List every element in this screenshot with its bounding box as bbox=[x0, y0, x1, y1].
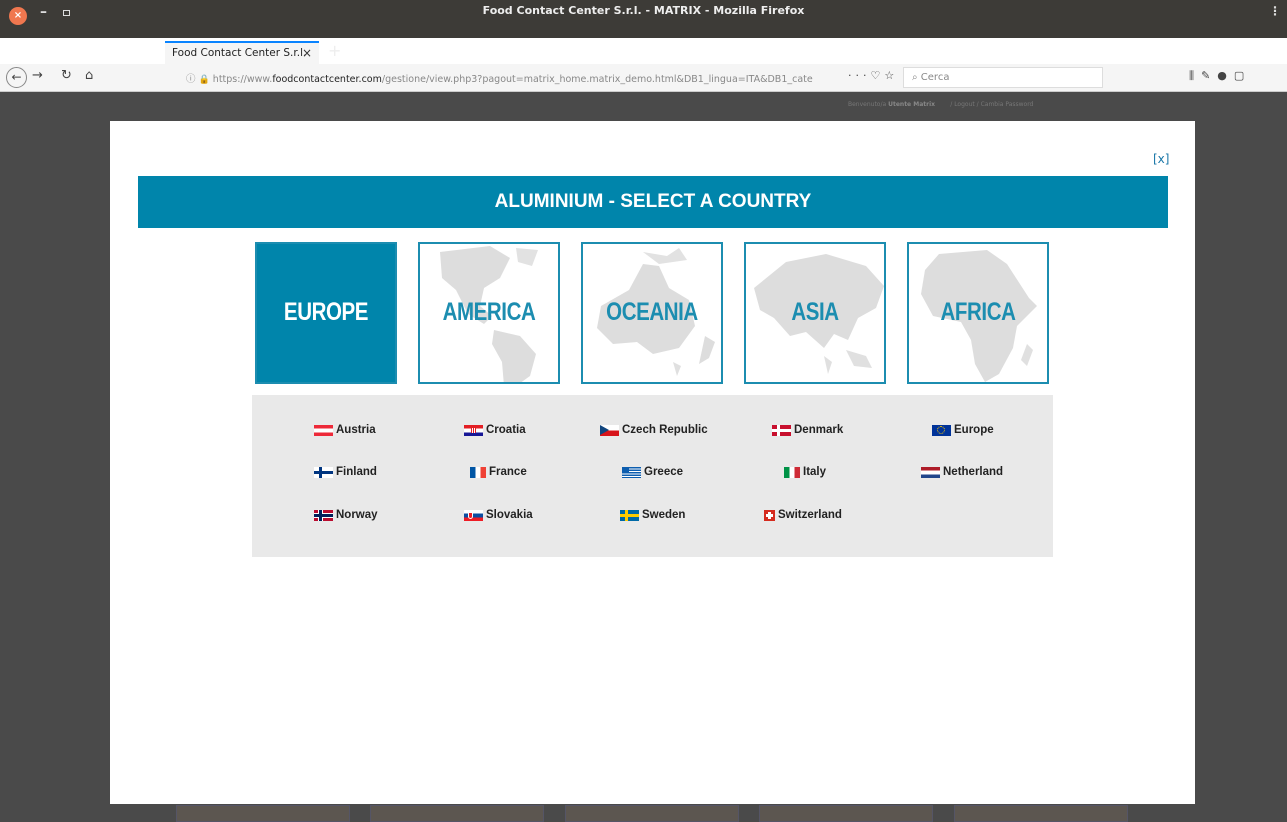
country-select-modal: [x] ALUMINIUM - SELECT A COUNTRY EUROPE … bbox=[110, 121, 1195, 804]
user-links[interactable]: / Logout / Cambia Password bbox=[950, 101, 1033, 108]
finland-flag-icon bbox=[314, 466, 333, 478]
background-thumbnail bbox=[759, 805, 933, 822]
country-link-sweden[interactable]: Sweden bbox=[620, 509, 685, 521]
tab-close-icon[interactable]: × bbox=[302, 46, 312, 60]
pocket-icon[interactable]: ♡ bbox=[871, 69, 885, 82]
sidebar-icon[interactable]: ▢ bbox=[1234, 69, 1251, 82]
country-label: Croatia bbox=[486, 424, 526, 436]
extension-icon[interactable]: ● bbox=[1217, 69, 1234, 82]
switzerland-flag-icon bbox=[764, 509, 775, 521]
region-label: EUROPE bbox=[283, 298, 369, 326]
window-title: Food Contact Center S.r.l. - MATRIX - Mo… bbox=[482, 4, 805, 17]
country-link-europe[interactable]: Europe bbox=[932, 424, 994, 436]
url-path: /gestione/view.php3?pagout=matrix_home.m… bbox=[381, 74, 813, 85]
user-name: Utente Matrix bbox=[888, 101, 935, 108]
modal-banner-title: ALUMINIUM - SELECT A COUNTRY bbox=[138, 176, 1168, 228]
region-label: AFRICA bbox=[940, 298, 1016, 326]
denmark-flag-icon bbox=[772, 424, 791, 436]
slovakia-flag-icon bbox=[464, 509, 483, 521]
pen-icon[interactable]: ✎ bbox=[1201, 69, 1217, 82]
country-label: Europe bbox=[954, 424, 994, 436]
netherland-flag-icon bbox=[921, 466, 940, 478]
czech-republic-flag-icon bbox=[600, 424, 619, 436]
url-bar[interactable]: ⓘ 🔒 https://www.foodcontactcenter.com/ge… bbox=[180, 67, 840, 88]
country-label: Sweden bbox=[642, 509, 686, 521]
user-greeting: Benvenuto/a bbox=[848, 101, 887, 108]
background-thumbnail bbox=[565, 805, 739, 822]
country-label: Denmark bbox=[794, 424, 844, 436]
region-tile-oceania[interactable]: OCEANIA bbox=[581, 242, 723, 384]
navigation-bar: ← → ↻ ⌂ ⓘ 🔒 https://www.foodcontactcente… bbox=[0, 64, 1287, 92]
window-menu-icon[interactable]: ⋮ bbox=[1269, 4, 1281, 18]
info-icon[interactable]: ⓘ bbox=[186, 74, 196, 85]
search-icon: ⌕ bbox=[912, 72, 918, 83]
modal-close-button[interactable]: [x] bbox=[1153, 152, 1169, 166]
country-label: Greece bbox=[644, 466, 684, 478]
sweden-flag-icon bbox=[620, 509, 639, 521]
background-thumbnail bbox=[370, 805, 544, 822]
url-prefix: https://www. bbox=[212, 74, 273, 85]
region-tile-africa[interactable]: AFRICA bbox=[907, 242, 1049, 384]
reload-button[interactable]: ↻ bbox=[61, 68, 72, 83]
country-label: Italy bbox=[803, 466, 827, 478]
italy-flag-icon bbox=[784, 466, 800, 478]
croatia-flag-icon bbox=[464, 424, 483, 436]
greece-flag-icon bbox=[622, 466, 641, 478]
home-icon[interactable]: ⌂ bbox=[85, 68, 93, 83]
country-label: Austria bbox=[336, 424, 376, 436]
country-label: Czech Republic bbox=[622, 424, 708, 436]
country-label: Switzerland bbox=[778, 509, 842, 521]
user-info: Benvenuto/a Utente Matrix / Logout / Cam… bbox=[848, 101, 1033, 108]
europe-flag-icon bbox=[932, 424, 951, 436]
country-link-slovakia[interactable]: Slovakia bbox=[464, 509, 533, 521]
country-link-netherland[interactable]: Netherland bbox=[921, 466, 1003, 478]
url-host: foodcontactcenter.com bbox=[272, 74, 382, 85]
page-actions-menu-icon[interactable]: ··· bbox=[848, 69, 871, 82]
lock-warning-icon[interactable]: 🔒 bbox=[199, 75, 210, 85]
country-link-denmark[interactable]: Denmark bbox=[772, 424, 843, 436]
region-tile-asia[interactable]: ASIA bbox=[744, 242, 886, 384]
back-button[interactable]: ← bbox=[6, 67, 27, 88]
browser-tab[interactable]: Food Contact Center S.r.l. × bbox=[165, 41, 319, 65]
country-label: Norway bbox=[336, 509, 378, 521]
region-tile-america[interactable]: AMERICA bbox=[418, 242, 560, 384]
tab-label: Food Contact Center S.r.l. bbox=[172, 47, 307, 59]
france-flag-icon bbox=[470, 466, 486, 478]
country-link-france[interactable]: France bbox=[470, 466, 527, 478]
background-thumbnail bbox=[176, 805, 350, 822]
country-label: Slovakia bbox=[486, 509, 533, 521]
search-placeholder: Cerca bbox=[920, 72, 950, 83]
toolbar-icons: ⫼✎●▢ bbox=[1189, 69, 1251, 83]
norway-flag-icon bbox=[314, 509, 333, 521]
window-titlebar: × – Food Contact Center S.r.l. - MATRIX … bbox=[0, 0, 1287, 65]
region-label: ASIA bbox=[791, 298, 839, 326]
bookmark-star-icon[interactable]: ☆ bbox=[884, 69, 898, 82]
region-tile-europe[interactable]: EUROPE bbox=[255, 242, 397, 384]
country-link-greece[interactable]: Greece bbox=[622, 466, 683, 478]
country-label: France bbox=[489, 466, 527, 478]
forward-button[interactable]: → bbox=[32, 68, 43, 83]
region-label: OCEANIA bbox=[606, 298, 698, 326]
country-link-czech-republic[interactable]: Czech Republic bbox=[600, 424, 708, 436]
region-label: AMERICA bbox=[442, 298, 536, 326]
library-icon[interactable]: ⫼ bbox=[1189, 69, 1201, 82]
search-input[interactable]: ⌕ Cerca bbox=[903, 67, 1103, 88]
country-link-croatia[interactable]: Croatia bbox=[464, 424, 526, 436]
background-thumbnail bbox=[954, 805, 1128, 822]
country-link-norway[interactable]: Norway bbox=[314, 509, 378, 521]
new-tab-button[interactable]: + bbox=[328, 41, 341, 60]
country-link-italy[interactable]: Italy bbox=[784, 466, 826, 478]
austria-flag-icon bbox=[314, 424, 333, 436]
country-label: Finland bbox=[336, 466, 377, 478]
country-link-austria[interactable]: Austria bbox=[314, 424, 376, 436]
country-link-finland[interactable]: Finland bbox=[314, 466, 377, 478]
page-actions: ···♡☆ bbox=[848, 69, 898, 82]
country-label: Netherland bbox=[943, 466, 1004, 478]
country-link-switzerland[interactable]: Switzerland bbox=[764, 509, 842, 521]
countries-panel: Austria Croatia Czech Republic Denmark E… bbox=[252, 395, 1053, 557]
